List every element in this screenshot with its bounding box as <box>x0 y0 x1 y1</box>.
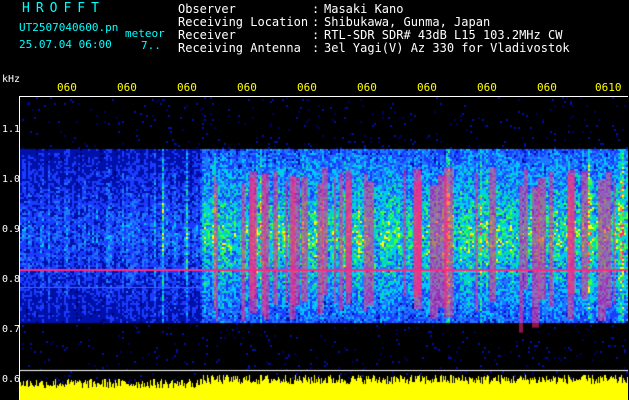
y-tick-label: 1.0 <box>2 174 21 185</box>
y-axis-unit: kHz <box>2 74 21 85</box>
hrofft-screen: HROFFT UT2507040600.pn meteor 25.07.04 0… <box>0 0 629 400</box>
receiver-value: RTL-SDR SDR# 43dB L15 103.2MHz CW <box>324 28 563 42</box>
antenna-label: Receiving Antenna <box>178 41 301 55</box>
x-tick-label: 060 <box>57 81 77 94</box>
y-tick-label: 0.9 <box>2 224 21 235</box>
spectrogram-canvas <box>20 97 628 400</box>
antenna-separator: : <box>312 41 320 55</box>
x-tick-label: 060 <box>297 81 317 94</box>
x-tick-label: 0610 <box>595 81 622 94</box>
y-tick-label: 1.1 <box>2 124 21 135</box>
location-value: Shibukawa, Gunma, Japan <box>324 15 491 29</box>
capture-datetime: 25.07.04 06:00 <box>19 38 112 51</box>
x-tick-label: 060 <box>117 81 137 94</box>
x-tick-label: 060 <box>177 81 197 94</box>
antenna-row: Receiving Antenna:3el Yagi(V) Az 330 for… <box>178 42 570 55</box>
count-code: 7.. <box>141 39 161 52</box>
y-tick-label: 0.7 <box>2 324 21 335</box>
app-brand: HROFFT <box>22 1 105 16</box>
x-tick-label: 060 <box>477 81 497 94</box>
x-tick-label: 060 <box>537 81 557 94</box>
file-name: UT2507040600.pn <box>19 21 119 34</box>
observer-value: Masaki Kano <box>324 2 404 16</box>
x-tick-label: 060 <box>237 81 257 94</box>
y-tick-label: 0.6 <box>2 374 21 385</box>
x-tick-label: 060 <box>417 81 437 94</box>
station-info: Observer: Masaki Kano Receiving Location:… <box>178 3 570 55</box>
antenna-value: 3el Yagi(V) Az 330 for Vladivostok <box>324 41 570 55</box>
x-tick-label: 060 <box>357 81 377 94</box>
y-tick-label: 0.8 <box>2 274 21 285</box>
